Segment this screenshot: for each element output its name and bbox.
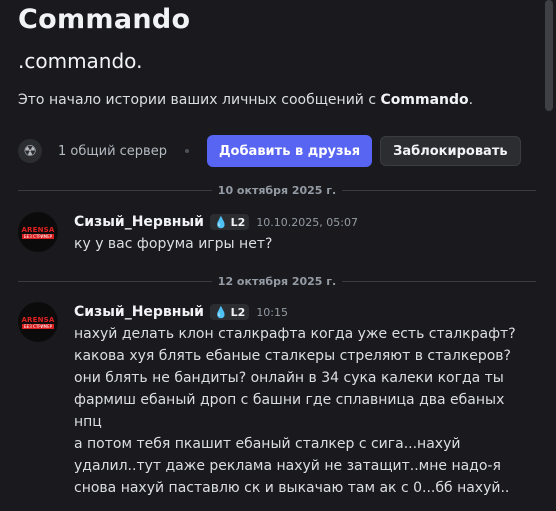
server-tag[interactable]: 💧 L2 xyxy=(209,304,250,320)
profile-username: .commando. xyxy=(18,49,143,73)
date-divider: 10 октября 2025 г. xyxy=(18,183,537,197)
bottom-edge xyxy=(0,500,556,511)
dm-intro-text: Это начало истории ваших личных сообщени… xyxy=(18,92,536,108)
server-tag-label: L2 xyxy=(230,215,246,229)
radiation-icon[interactable]: ☢ xyxy=(18,139,42,163)
message-content: нахуй делать клон сталкрафта когда уже е… xyxy=(74,326,516,496)
scrollbar-track[interactable] xyxy=(542,0,556,511)
mutual-servers-link[interactable]: 1 общий сервер xyxy=(58,144,167,159)
divider-line xyxy=(342,189,537,191)
message-header: Сизый_Нервный 💧 L2 10.10.2025, 05:07 xyxy=(74,212,536,232)
dm-header: Commando .commando. Это начало истории в… xyxy=(18,4,536,108)
mutual-row: ☢ 1 общий сервер Добавить в друзья Забло… xyxy=(18,135,521,167)
block-button[interactable]: Заблокировать xyxy=(380,136,521,166)
message-timestamp: 10:15 xyxy=(256,305,289,319)
message-author[interactable]: Сизый_Нервный xyxy=(74,304,204,320)
avatar-logo-subtext: БЕЗ СТРИМЕР xyxy=(21,233,55,239)
drop-icon: 💧 xyxy=(213,305,228,319)
message-author[interactable]: Сизый_Нервный xyxy=(74,214,204,230)
separator-dot xyxy=(184,149,189,153)
profile-display-name: Commando xyxy=(18,4,191,35)
divider-line xyxy=(18,189,212,191)
drop-icon: 💧 xyxy=(213,215,228,229)
date-divider-label: 12 октября 2025 г. xyxy=(217,274,337,288)
message-body: Сизый_Нервный 💧 L2 10:15 нахуй делать кло… xyxy=(74,302,536,499)
intro-name: Commando xyxy=(380,92,469,108)
avatar[interactable]: ARENSA БЕЗ СТРИМЕР xyxy=(18,212,58,252)
divider-line xyxy=(342,280,537,282)
message-body: Сизый_Нервный 💧 L2 10.10.2025, 05:07 ку у… xyxy=(74,212,536,255)
avatar-logo-text: ARENSA xyxy=(21,315,55,324)
scrollbar-thumb[interactable] xyxy=(545,0,553,111)
add-friend-button[interactable]: Добавить в друзья xyxy=(206,135,373,167)
date-divider: 12 октября 2025 г. xyxy=(18,274,537,288)
intro-prefix: Это начало истории ваших личных сообщени… xyxy=(18,92,381,108)
date-divider-label: 10 октября 2025 г. xyxy=(217,183,337,197)
message-timestamp: 10.10.2025, 05:07 xyxy=(256,215,358,229)
avatar-logo-text: ARENSA xyxy=(21,225,55,234)
intro-suffix: . xyxy=(468,92,474,108)
avatar[interactable]: ARENSA БЕЗ СТРИМЕР xyxy=(18,302,58,342)
server-tag[interactable]: 💧 L2 xyxy=(209,214,250,230)
server-tag-label: L2 xyxy=(230,305,246,319)
message[interactable]: ARENSA БЕЗ СТРИМЕР Сизый_Нервный 💧 L2 10:… xyxy=(18,302,536,496)
message-header: Сизый_Нервный 💧 L2 10:15 xyxy=(74,302,536,322)
message[interactable]: ARENSA БЕЗ СТРИМЕР Сизый_Нервный 💧 L2 10.… xyxy=(18,212,536,256)
message-content: ку у вас форума игры нет? xyxy=(74,236,273,252)
divider-line xyxy=(18,280,212,282)
avatar-logo-subtext: БЕЗ СТРИМЕР xyxy=(21,323,55,329)
